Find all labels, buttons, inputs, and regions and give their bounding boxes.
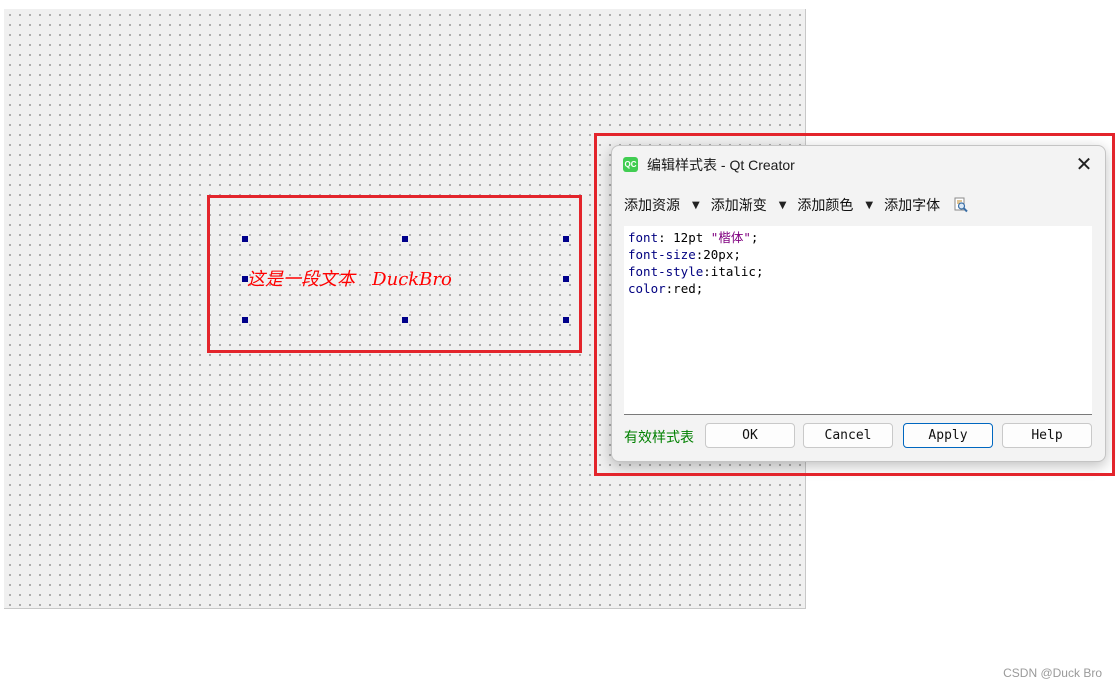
watermark: CSDN @Duck Bro (1003, 666, 1102, 680)
label-highlight-box (207, 195, 582, 353)
dialog-highlight-box (594, 133, 1115, 476)
